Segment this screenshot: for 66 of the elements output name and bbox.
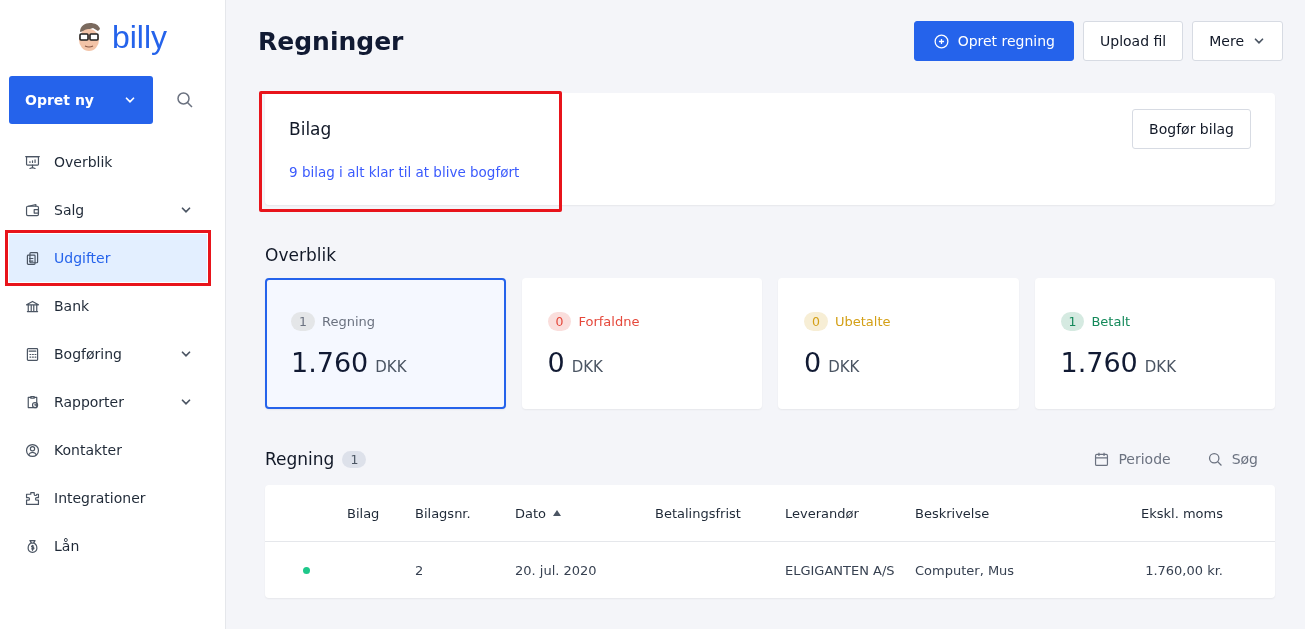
column-header[interactable]: Dato (515, 505, 655, 521)
amount: 1.760 (291, 347, 369, 378)
table-row[interactable]: 2 20. jul. 2020 ELGIGANTEN A/S Computer, Mus 1.760,00 kr. (265, 542, 1275, 598)
section-title: Overblik (265, 245, 337, 265)
currency: DKK (571, 358, 603, 376)
upload-file-button[interactable]: Upload fil (1083, 21, 1184, 61)
amount: 0 (547, 347, 565, 378)
column-header[interactable]: Betalingsfrist (655, 505, 741, 521)
amount: 1.760 (1060, 347, 1138, 378)
user-circle-icon (24, 441, 41, 459)
sidebar-item[interactable]: Overblik (9, 138, 207, 186)
table-cell: 20. jul. 2020 (515, 562, 597, 578)
table-cell: 1.760,00 kr. (1145, 562, 1223, 578)
puzzle-piece-icon (24, 489, 41, 507)
more-dropdown-button[interactable]: Mere (1192, 21, 1283, 61)
column-header[interactable]: Ekskl. moms (1141, 505, 1223, 521)
page-title: Regninger (258, 26, 404, 56)
search-icon[interactable] (175, 90, 195, 110)
count-badge: 0 (804, 312, 828, 331)
sidebar-item[interactable]: Kontakter (9, 426, 207, 474)
count-badge: 0 (547, 312, 572, 331)
currency: DKK (828, 358, 860, 376)
section-title: Regning (265, 449, 335, 469)
plus-circle-icon (932, 32, 950, 50)
presentation-board-icon (24, 153, 41, 171)
create-new-button[interactable]: Opret ny (9, 76, 153, 124)
column-header[interactable]: Leverandør (785, 505, 859, 521)
logo-wordmark[interactable]: billy (111, 21, 168, 53)
currency: DKK (375, 358, 407, 376)
column-header[interactable]: Beskrivelse (915, 505, 990, 521)
summary-card[interactable]: 1 Betalt 1.760 DKK (1034, 278, 1275, 409)
table-cell: Computer, Mus (915, 562, 1015, 578)
column-header[interactable]: Bilag (347, 505, 380, 521)
card-title: Bilag (289, 119, 333, 139)
sidebar-item[interactable]: Lån (9, 522, 207, 570)
calculator-icon (24, 345, 41, 363)
sidebar-item[interactable]: Bank (9, 282, 207, 330)
sort-up-icon (552, 509, 563, 517)
search-button[interactable]: Søg (1206, 450, 1258, 468)
card-label: Ubetalte (834, 314, 891, 329)
summary-card[interactable]: 0 Ubetalte 0 DKK (778, 278, 1019, 409)
currency: DKK (1144, 358, 1177, 376)
sidebar-item[interactable]: Rapporter (9, 378, 207, 426)
create-bill-button[interactable]: Opret regning (913, 21, 1074, 61)
table-cell: ELGIGANTEN A/S (785, 562, 895, 578)
calendar-icon (1093, 450, 1111, 468)
documents-icon (24, 249, 41, 267)
column-header[interactable]: Bilagsnr. (415, 505, 471, 521)
summary-card[interactable]: 0 Forfaldne 0 DKK (521, 278, 762, 409)
sidebar-item[interactable]: Integrationer (9, 474, 207, 522)
count-badge: 1 (342, 450, 367, 468)
summary-card[interactable]: 1 Regning 1.760 DKK (265, 278, 506, 409)
count-badge: 1 (1060, 312, 1085, 331)
table-cell: 2 (415, 562, 424, 578)
sidebar-item[interactable]: Salg (9, 186, 207, 234)
count-badge: 1 (291, 312, 315, 331)
post-vouchers-button[interactable]: Bogfør bilag (1132, 109, 1251, 149)
amount: 0 (804, 347, 822, 378)
card-label: Betalt (1091, 314, 1131, 329)
sidebar-item[interactable]: Bogføring (9, 330, 207, 378)
wallet-icon (24, 201, 41, 219)
vouchers-link[interactable]: 9 bilag i alt klar til at blive bogført (289, 164, 520, 180)
card-label: Forfaldne (578, 314, 640, 329)
period-filter[interactable]: Periode (1093, 450, 1171, 468)
card-label: Regning (321, 314, 375, 329)
search-icon (1206, 450, 1224, 468)
